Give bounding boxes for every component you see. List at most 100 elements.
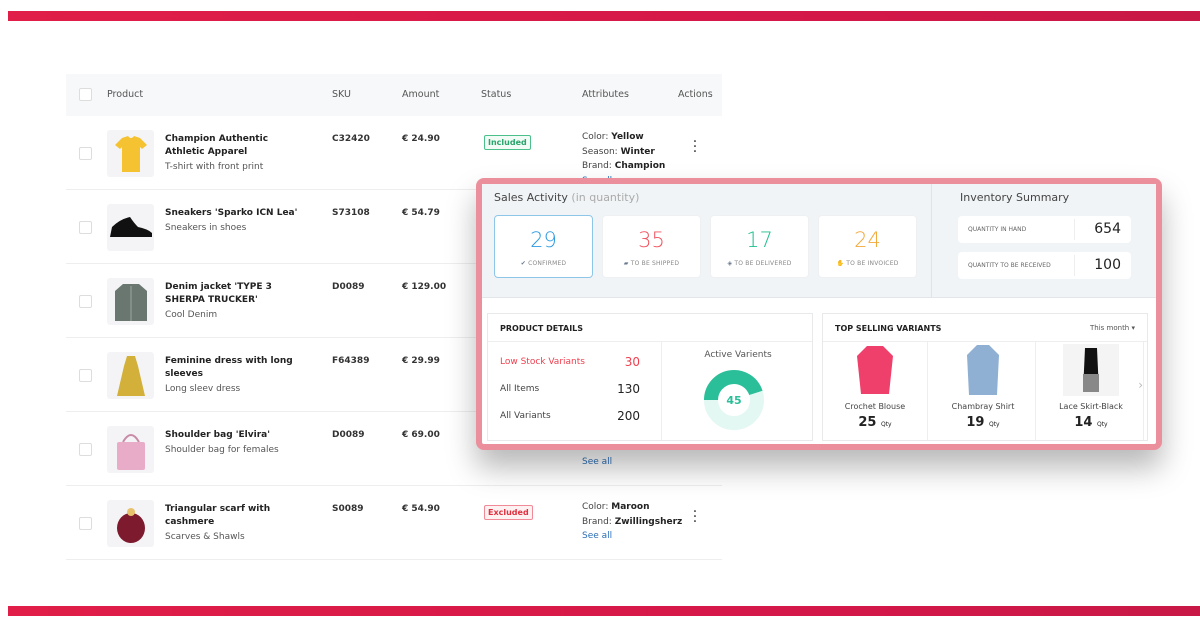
gauge-value: 45 — [726, 394, 741, 407]
product-thumbnail — [107, 204, 154, 251]
sales-card-value: 24 — [854, 228, 881, 252]
row-checkbox[interactable] — [79, 295, 92, 308]
invoice-hand-icon: ✋ — [836, 260, 845, 267]
top-selling-variants-panel: TOP SELLING VARIANTS This month ▾ Croche… — [822, 313, 1148, 441]
variant-qty: 14 Qty — [1074, 415, 1108, 430]
row-checkbox[interactable] — [79, 517, 92, 530]
product-name[interactable]: Sneakers 'Sparko ICN Lea' Sneakers in sho… — [165, 207, 305, 235]
sku: S0089 — [332, 504, 364, 514]
sales-card-value: 17 — [746, 228, 773, 252]
amount: € 54.90 — [402, 504, 440, 514]
product-description: Cool Denim — [165, 310, 218, 320]
truck-icon: ▰ — [623, 260, 629, 267]
sales-activity-panel: Sales Activity (in quantity) 29 ✔ CONFIRM… — [482, 184, 1156, 298]
package-icon: ◈ — [727, 260, 733, 267]
product-details-panel: PRODUCT DETAILS Low Stock Variants 30 All… — [487, 313, 813, 441]
sales-card-label: TO BE SHIPPED — [630, 260, 680, 267]
chevron-down-icon: ▾ — [1131, 324, 1135, 332]
sales-activity-title: Sales Activity (in quantity) — [494, 191, 640, 204]
sales-card-confirmed[interactable]: 29 ✔ CONFIRMED — [494, 215, 593, 278]
sku: F64389 — [332, 356, 370, 366]
product-thumbnail — [107, 500, 154, 547]
select-all-checkbox[interactable] — [79, 88, 92, 101]
variant-name: Lace Skirt-Black — [1059, 402, 1123, 411]
product-thumbnail — [107, 426, 154, 473]
product-name[interactable]: Denim jacket 'TYPE 3 SHERPA TRUCKER' Cool… — [165, 281, 305, 322]
see-all-link[interactable]: See all — [582, 529, 682, 544]
amount: € 54.79 — [402, 208, 440, 218]
sku: C32420 — [332, 134, 370, 144]
product-name[interactable]: Triangular scarf with cashmere Scarves & … — [165, 503, 305, 544]
status-badge: Included — [484, 135, 531, 150]
product-thumbnail — [107, 352, 154, 399]
product-description: Shoulder bag for females — [165, 445, 279, 455]
product-details-title: PRODUCT DETAILS — [488, 314, 812, 342]
active-variants-title: Active Varients — [704, 350, 772, 360]
quantity-to-be-received: QUANTITY TO BE RECEIVED 100 — [958, 252, 1131, 279]
product-name[interactable]: Shoulder bag 'Elvira' Shoulder bag for fe… — [165, 429, 305, 457]
top-variant-item[interactable]: Crochet Blouse 25 Qty — [823, 342, 928, 440]
table-row: Triangular scarf with cashmere Scarves & … — [66, 486, 722, 560]
header-status: Status — [481, 89, 512, 100]
bottom-banner-stripe — [8, 606, 1200, 616]
sales-card-value: 29 — [530, 228, 557, 252]
attribute: Brand: Zwillingsherz — [582, 516, 683, 527]
product-thumbnail — [107, 130, 154, 177]
product-description: Long sleev dress — [165, 384, 241, 394]
amount: € 24.90 — [402, 134, 440, 144]
header-actions: Actions — [678, 89, 713, 100]
row-checkbox[interactable] — [79, 147, 92, 160]
period-dropdown[interactable]: This month ▾ — [1090, 324, 1135, 332]
low-stock-variants[interactable]: Low Stock Variants 30 — [500, 355, 640, 369]
variant-qty: 19 Qty — [966, 415, 1000, 430]
product-thumbnail — [107, 278, 154, 325]
see-all-link[interactable]: See all — [582, 455, 643, 470]
header-product: Product — [107, 89, 144, 100]
variant-image — [1039, 342, 1143, 398]
sales-card-to-be-invoiced[interactable]: 24 ✋ TO BE INVOICED — [818, 215, 917, 278]
attribute: Color: Yellow — [582, 132, 644, 142]
sales-card-to-be-shipped[interactable]: 35 ▰ TO BE SHIPPED — [602, 215, 701, 278]
sku: D0089 — [332, 430, 365, 440]
amount: € 29.99 — [402, 356, 440, 366]
quantity-in-hand: QUANTITY IN HAND 654 — [958, 216, 1131, 243]
product-name[interactable]: Feminine dress with long sleeves Long sle… — [165, 355, 305, 396]
top-variant-item[interactable]: Chambray Shirt 19 Qty — [931, 342, 1036, 440]
attribute: Season: Winter — [582, 146, 655, 157]
all-items[interactable]: All Items 130 — [500, 382, 640, 396]
attribute: Color: Maroon — [582, 502, 650, 512]
variant-qty: 25 Qty — [858, 415, 892, 430]
dashboard-overlay: Sales Activity (in quantity) 29 ✔ CONFIRM… — [476, 178, 1162, 450]
sku: S73108 — [332, 208, 370, 218]
header-sku: SKU — [332, 89, 351, 100]
product-description: Sneakers in shoes — [165, 223, 247, 233]
table-header: Product SKU Amount Status Attributes Act… — [66, 74, 722, 116]
amount: € 69.00 — [402, 430, 440, 440]
product-description: Scarves & Shawls — [165, 532, 245, 542]
top-variant-item[interactable]: Lace Skirt-Black 14 Qty — [1039, 342, 1144, 440]
variant-image — [823, 342, 927, 398]
sales-card-label: TO BE DELIVERED — [734, 260, 792, 267]
products-table: Product SKU Amount Status Attributes Act… — [66, 74, 722, 560]
variant-image — [931, 342, 1035, 398]
more-actions-icon[interactable]: ··· — [692, 135, 698, 159]
sales-card-to-be-delivered[interactable]: 17 ◈ TO BE DELIVERED — [710, 215, 809, 278]
amount: € 129.00 — [402, 282, 447, 292]
more-actions-icon[interactable]: ··· — [692, 505, 698, 529]
variant-name: Crochet Blouse — [844, 402, 906, 411]
product-name[interactable]: Champion Authentic Athletic Apparel T-shi… — [165, 133, 305, 174]
status-badge: Excluded — [484, 505, 533, 520]
product-description: T-shirt with front print — [165, 162, 264, 172]
sales-card-label: TO BE INVOICED — [846, 260, 899, 267]
sku: D0089 — [332, 282, 365, 292]
sales-card-label: CONFIRMED — [528, 260, 567, 267]
sales-card-value: 35 — [638, 228, 665, 252]
next-arrow-icon[interactable]: › — [1138, 378, 1143, 392]
row-checkbox[interactable] — [79, 221, 92, 234]
inventory-summary-title: Inventory Summary — [960, 191, 1070, 204]
row-checkbox[interactable] — [79, 443, 92, 456]
all-variants[interactable]: All Variants 200 — [500, 409, 640, 423]
attributes: Color: Maroon Brand: Zwillingsherz See all — [582, 500, 682, 544]
row-checkbox[interactable] — [79, 369, 92, 382]
attribute: Brand: Champion — [582, 161, 666, 171]
